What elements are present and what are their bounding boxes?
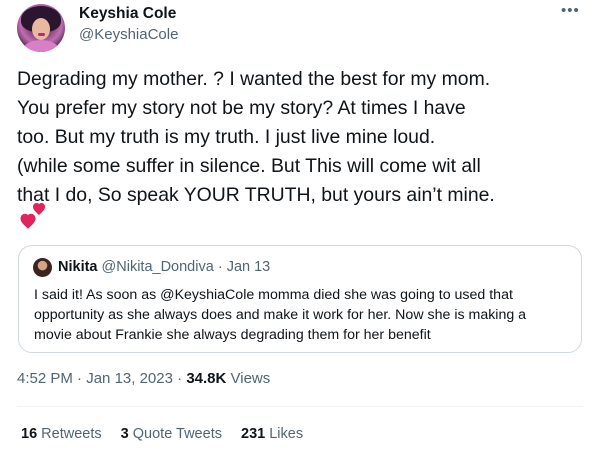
likes-count: 231	[241, 426, 266, 442]
tweet-stats: 16 Retweets 3 Quote Tweets 231 Likes	[21, 426, 318, 442]
quoted-tweet[interactable]: Nikita @Nikita_Dondiva · Jan 13 I said i…	[18, 245, 582, 353]
retweets-label: Retweets	[41, 426, 102, 442]
quote-tweets-stat[interactable]: 3 Quote Tweets	[121, 426, 222, 442]
retweets-count: 16	[21, 426, 38, 442]
author-avatar[interactable]	[17, 4, 65, 52]
quoted-text: I said it! As soon as @KeyshiaCole momma…	[34, 287, 527, 343]
divider-top	[17, 406, 583, 407]
avatar-body	[23, 40, 59, 52]
likes-stat[interactable]: 231 Likes	[241, 426, 303, 442]
quoted-handle: @Nikita_Dondiva	[101, 259, 214, 275]
tweet-date[interactable]: Jan 13, 2023	[86, 370, 173, 387]
likes-label: Likes	[269, 426, 304, 442]
two-hearts-icon	[20, 203, 45, 229]
quoted-date: Jan 13	[226, 259, 271, 275]
author-handle[interactable]: @KeyshiaCole	[79, 26, 178, 43]
avatar-face	[32, 18, 50, 40]
tweet-time[interactable]: 4:52 PM	[17, 370, 73, 387]
retweets-stat[interactable]: 16 Retweets	[21, 426, 102, 442]
quoted-avatar	[33, 258, 52, 277]
quote-tweets-count: 3	[120, 426, 129, 442]
meta-separator-2: ·	[177, 370, 183, 387]
views-count: 34.8K	[186, 370, 227, 387]
quoted-header: Nikita @Nikita_Dondiva · Jan 13	[58, 259, 270, 275]
tweet-meta: 4:52 PM · Jan 13, 2023 · 34.8K Views	[17, 370, 270, 387]
quoted-separator: ·	[217, 259, 223, 275]
avatar-lips	[38, 33, 45, 36]
views-label: Views	[230, 370, 271, 387]
meta-separator: ·	[77, 370, 83, 387]
author-name[interactable]: Keyshia Cole	[79, 5, 176, 23]
more-horizontal-icon[interactable]: •••	[561, 2, 580, 19]
tweet-text: Degrading my mother. ? I wanted the best…	[17, 68, 495, 206]
quote-tweets-label: Quote Tweets	[132, 426, 222, 442]
quoted-name: Nikita	[58, 259, 98, 275]
